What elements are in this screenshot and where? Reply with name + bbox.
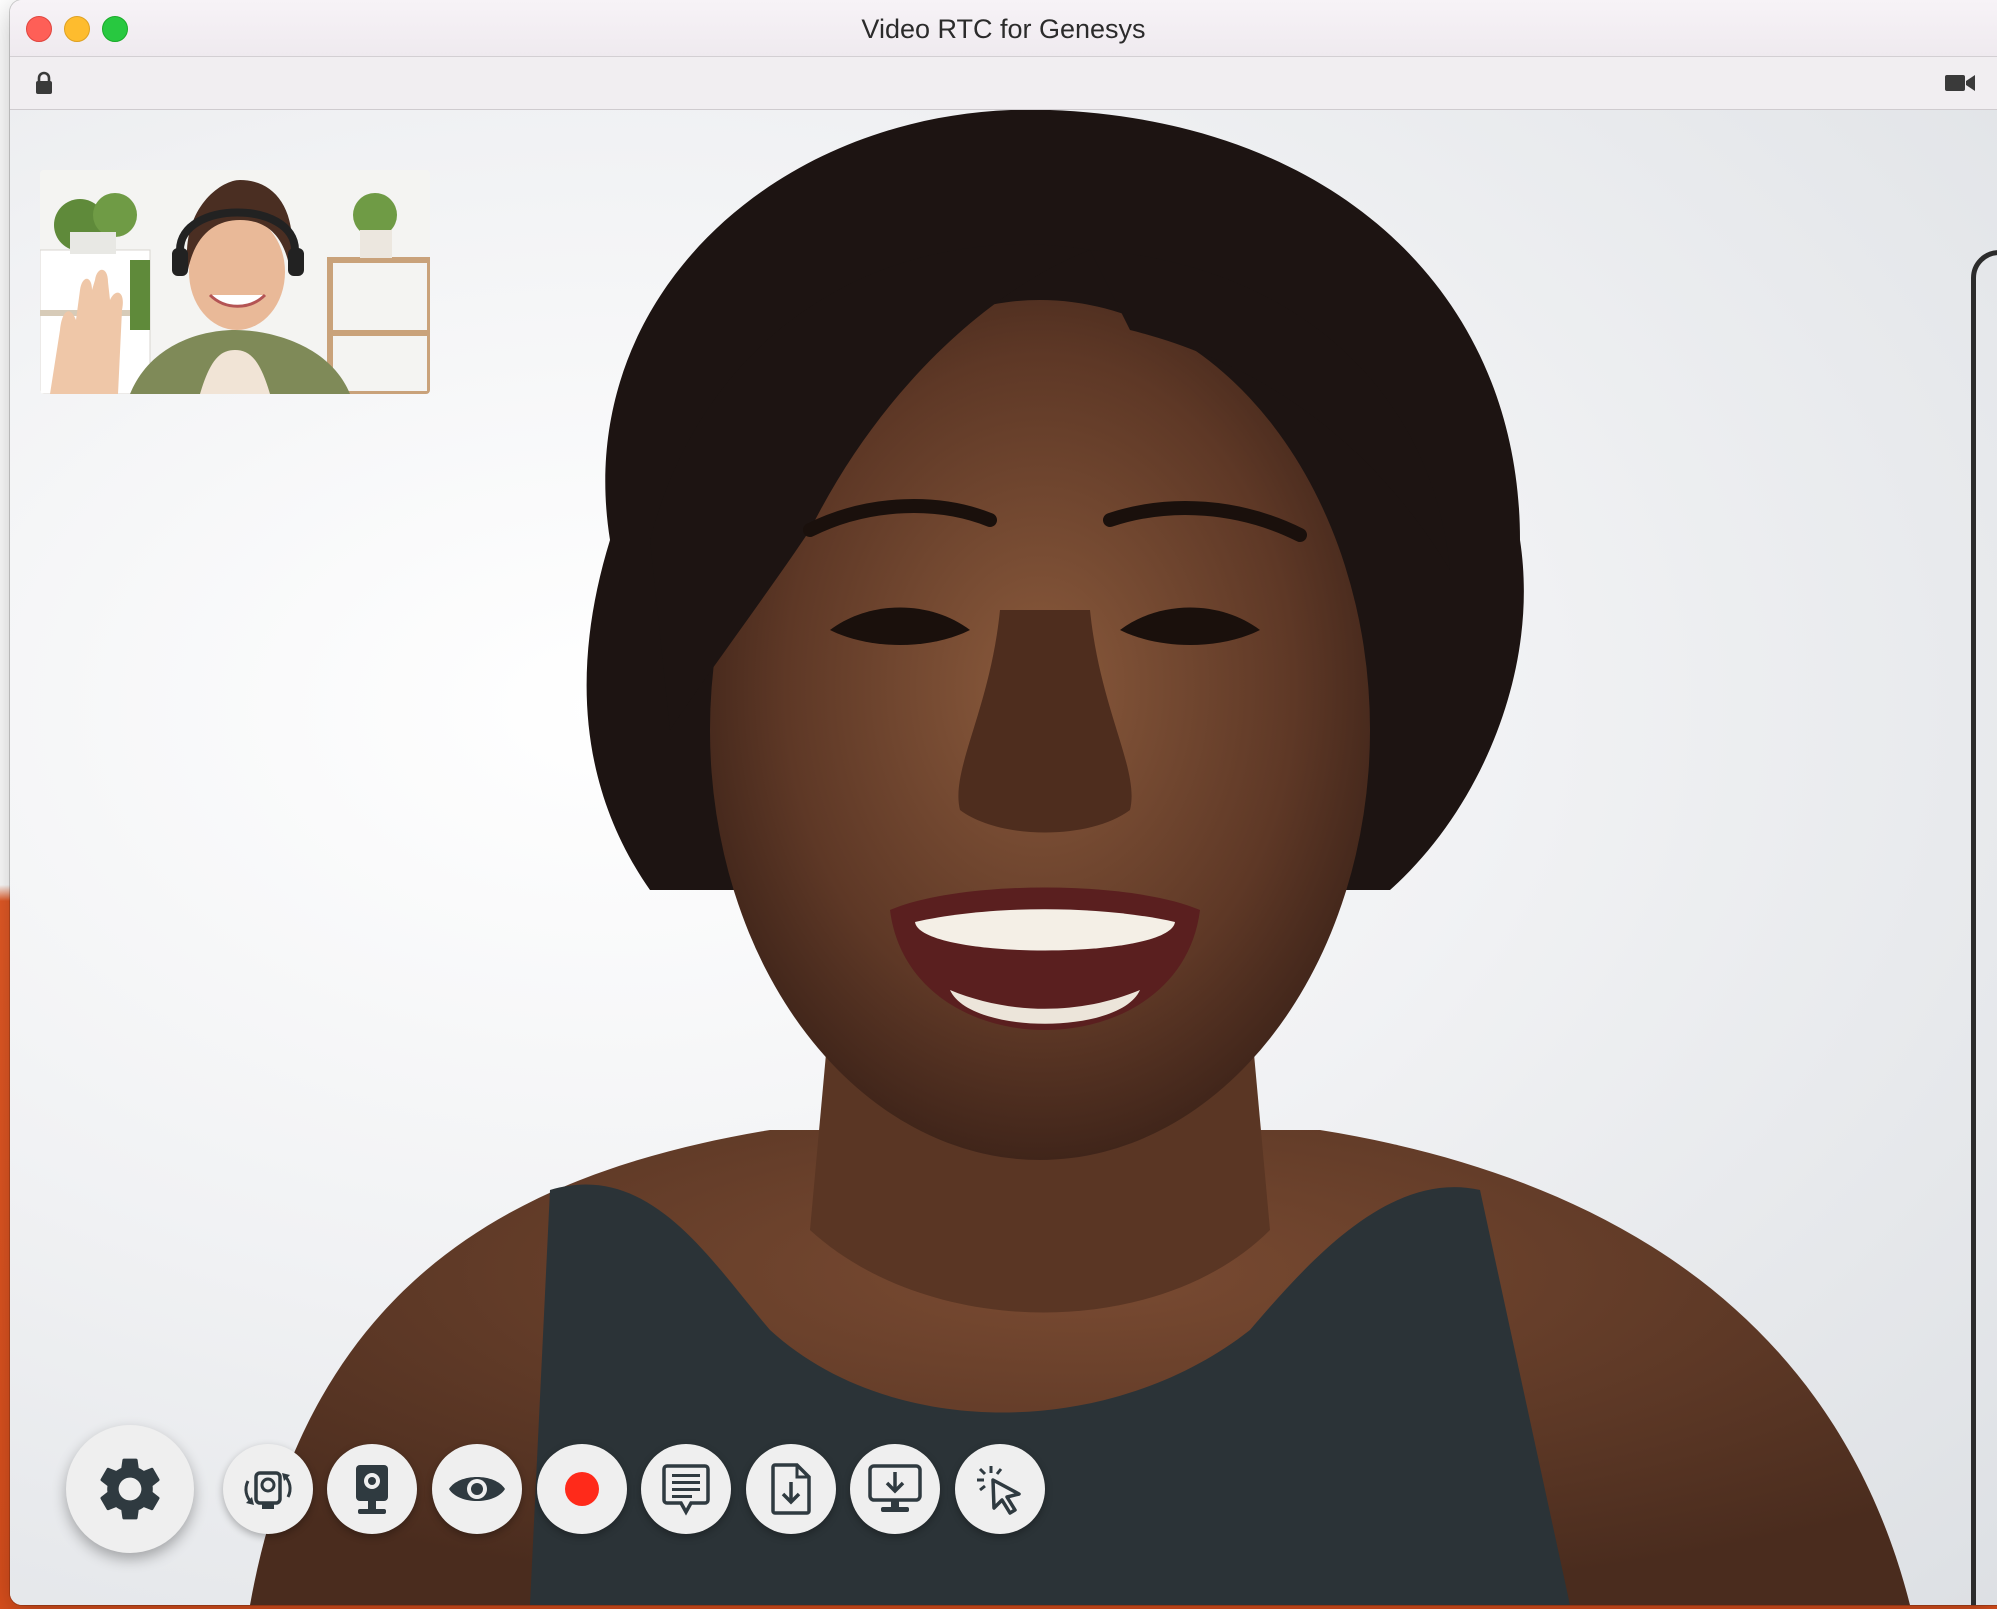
pointer-button[interactable] xyxy=(955,1444,1045,1534)
toolbar xyxy=(10,57,1997,110)
video-camera-icon[interactable] xyxy=(1945,73,1975,93)
screen-share-button[interactable] xyxy=(850,1444,940,1534)
cursor-click-icon xyxy=(977,1466,1021,1515)
file-download-icon xyxy=(771,1463,811,1515)
local-participant-image xyxy=(40,170,430,394)
switch-camera-button[interactable] xyxy=(223,1444,313,1534)
file-download-button[interactable] xyxy=(746,1444,836,1534)
record-button[interactable] xyxy=(537,1444,627,1534)
window-title: Video RTC for Genesys xyxy=(861,14,1146,44)
webcam-icon xyxy=(356,1465,388,1514)
screen-share-icon xyxy=(868,1464,922,1512)
local-video-preview[interactable] xyxy=(40,170,430,394)
webcam-button[interactable] xyxy=(327,1444,417,1534)
switch-camera-icon xyxy=(244,1471,292,1509)
app-window: Video RTC for Genesys xyxy=(10,0,1997,1605)
record-icon xyxy=(565,1472,599,1506)
lock-icon xyxy=(36,71,52,94)
gear-icon xyxy=(100,1458,160,1520)
title-bar: Video RTC for Genesys xyxy=(10,0,1997,57)
chat-button[interactable] xyxy=(641,1444,731,1534)
view-button[interactable] xyxy=(432,1444,522,1534)
device-frame-edge xyxy=(1971,250,1997,1605)
eye-icon xyxy=(449,1477,505,1501)
chat-icon xyxy=(662,1464,710,1516)
settings-button[interactable] xyxy=(66,1425,194,1553)
